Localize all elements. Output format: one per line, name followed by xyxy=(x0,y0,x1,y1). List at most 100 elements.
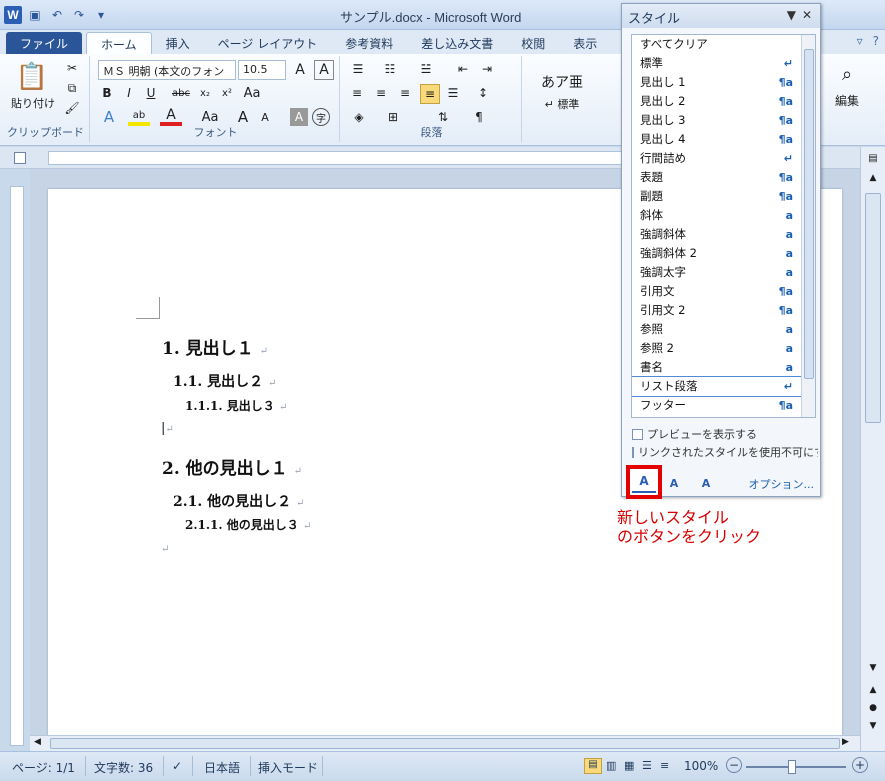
status-language[interactable]: 日本語 xyxy=(204,759,240,776)
style-item[interactable]: 斜体 a xyxy=(632,206,815,225)
underline-icon[interactable]: U xyxy=(142,84,160,102)
doc-heading-1[interactable]: 1. 見出し１ ↵ xyxy=(162,334,268,359)
style-item[interactable]: 強調斜体 a xyxy=(632,225,815,244)
redo-icon[interactable]: ↷ xyxy=(70,6,88,24)
close-icon[interactable]: ✕ xyxy=(802,8,812,22)
style-list-scroll-thumb[interactable] xyxy=(804,49,814,379)
horizontal-scrollbar[interactable]: ◀ ▶ xyxy=(30,735,860,751)
tab-selector[interactable] xyxy=(14,152,26,164)
doc-heading-2-1[interactable]: 2.1. 他の見出し２ ↵ xyxy=(173,491,304,511)
tab-references[interactable]: 参考資料 xyxy=(331,32,407,54)
style-item[interactable]: 参照 2 a xyxy=(632,339,815,358)
ruler-toggle-icon[interactable]: ▤ xyxy=(865,153,881,169)
doc-heading-2-1-1[interactable]: 2.1.1. 他の見出し３ ↵ xyxy=(185,516,311,533)
style-item[interactable]: 見出し 4 ¶a xyxy=(632,130,815,149)
web-layout-view-icon[interactable]: ▦ xyxy=(624,759,634,772)
style-item[interactable]: 表題 ¶a xyxy=(632,168,815,187)
style-item[interactable]: 強調斜体 2 a xyxy=(632,244,815,263)
subscript-icon[interactable]: x₂ xyxy=(196,84,214,102)
browse-object-icon[interactable]: ● xyxy=(865,703,881,717)
next-page-icon[interactable]: ▼ xyxy=(865,721,881,735)
format-painter-icon[interactable]: 🖌 xyxy=(64,100,80,116)
decrease-indent-icon[interactable]: ⇤ xyxy=(454,60,472,78)
options-link[interactable]: オプション... xyxy=(749,476,815,492)
clear-formatting-icon[interactable]: A xyxy=(314,60,334,80)
grow-font-icon[interactable]: A xyxy=(290,60,310,80)
distributed-icon[interactable]: ☰ xyxy=(444,84,462,102)
pane-menu-icon[interactable]: ▼ xyxy=(787,8,796,22)
change-case-icon[interactable]: Aa xyxy=(242,84,262,102)
zoom-level[interactable]: 100% xyxy=(684,759,718,773)
zoom-out-icon[interactable]: − xyxy=(726,757,742,773)
style-item[interactable]: 参照 a xyxy=(632,320,815,339)
paste-button[interactable]: 貼り付け xyxy=(10,96,56,110)
italic-icon[interactable]: I xyxy=(120,84,138,102)
tab-file[interactable]: ファイル xyxy=(6,32,83,54)
doc-empty-paragraph[interactable]: |↵ xyxy=(161,421,174,436)
style-item[interactable]: 見出し 2 ¶a xyxy=(632,92,815,111)
font-size-select[interactable]: 10.5 xyxy=(238,60,286,80)
vertical-scrollbar[interactable]: ▤ ▲ ▼ ▲ ● ▼ xyxy=(860,147,885,751)
draft-view-icon[interactable]: ≡ xyxy=(660,759,669,772)
style-item[interactable]: 引用文 2 ¶a xyxy=(632,301,815,320)
scroll-down-icon[interactable]: ▼ xyxy=(865,663,881,677)
show-preview-checkbox[interactable] xyxy=(632,428,643,440)
bullets-icon[interactable]: ☰ xyxy=(348,60,368,78)
new-style-button[interactable]: A xyxy=(626,465,662,499)
style-item[interactable]: フッター ¶a xyxy=(632,396,815,415)
doc-heading-2[interactable]: 2. 他の見出し１ ↵ xyxy=(162,454,302,479)
tab-page-layout[interactable]: ページ レイアウト xyxy=(204,32,332,54)
print-layout-view-icon[interactable]: ▤ xyxy=(584,758,602,774)
show-preview-option[interactable]: プレビューを表示する xyxy=(632,426,757,442)
numbering-icon[interactable]: ☷ xyxy=(380,60,400,78)
style-item[interactable]: 行間詰め ↵ xyxy=(632,149,815,168)
paste-icon[interactable]: 📋 xyxy=(10,60,54,94)
outline-view-icon[interactable]: ☰ xyxy=(642,759,652,772)
copy-icon[interactable]: ⧉ xyxy=(64,80,80,96)
help-icon[interactable]: ? xyxy=(873,34,879,48)
tab-view[interactable]: 表示 xyxy=(559,32,611,54)
style-item[interactable]: すべてクリア xyxy=(632,35,815,54)
status-insert-mode[interactable]: 挿入モード xyxy=(258,759,318,776)
style-gallery-normal[interactable]: ↵ 標準 xyxy=(532,96,592,112)
style-item[interactable]: 引用文 ¶a xyxy=(632,282,815,301)
style-item[interactable]: 副題 ¶a xyxy=(632,187,815,206)
scroll-right-icon[interactable]: ▶ xyxy=(842,737,856,749)
proofing-icon[interactable]: ✓ xyxy=(172,759,182,773)
style-item[interactable]: 標準 ↵ xyxy=(632,54,815,73)
style-item[interactable]: リスト段落 ↵ xyxy=(632,376,815,397)
find-icon[interactable]: ⌕ xyxy=(832,60,862,88)
style-inspector-button[interactable]: A xyxy=(662,472,686,494)
minimize-ribbon-icon[interactable]: ▿ xyxy=(857,34,863,48)
tab-mailings[interactable]: 差し込み文書 xyxy=(407,32,507,54)
save-icon[interactable]: ▣ xyxy=(26,6,44,24)
tab-home[interactable]: ホーム xyxy=(86,32,152,54)
doc-last-paragraph[interactable]: ↵ xyxy=(161,541,169,555)
align-center-icon[interactable]: ≡ xyxy=(372,84,390,102)
tab-review[interactable]: 校閲 xyxy=(507,32,559,54)
zoom-slider-thumb[interactable] xyxy=(788,760,796,774)
increase-indent-icon[interactable]: ⇥ xyxy=(478,60,496,78)
cut-icon[interactable]: ✂ xyxy=(64,60,80,76)
style-item[interactable]: 書名 a xyxy=(632,358,815,377)
horizontal-scroll-thumb[interactable] xyxy=(50,738,840,749)
style-item[interactable]: 見出し 3 ¶a xyxy=(632,111,815,130)
font-name-select[interactable]: ＭＳ 明朝 (本文のフォン xyxy=(98,60,236,80)
style-gallery-preview[interactable]: あア亜 xyxy=(532,72,592,92)
status-page[interactable]: ページ: 1/1 xyxy=(12,759,75,776)
style-list[interactable]: すべてクリア 標準 ↵ 見出し 1 ¶a 見出し 2 ¶a 見出し 3 ¶a 見出し 4 ¶a 行間詰… xyxy=(631,34,816,418)
style-item[interactable]: 見出し 1 ¶a xyxy=(632,73,815,92)
status-word-count[interactable]: 文字数: 36 xyxy=(94,759,153,776)
multilevel-list-icon[interactable]: ☱ xyxy=(414,60,438,78)
style-list-scrollbar[interactable] xyxy=(801,35,815,417)
line-spacing-icon[interactable]: ↕ xyxy=(472,84,494,102)
zoom-slider[interactable] xyxy=(746,766,846,768)
disable-linked-checkbox[interactable] xyxy=(632,446,634,458)
tab-insert[interactable]: 挿入 xyxy=(152,32,204,54)
vertical-ruler[interactable] xyxy=(10,186,24,746)
style-item[interactable]: 強調太字 a xyxy=(632,263,815,282)
doc-heading-1-1-1[interactable]: 1.1.1. 見出し３ ↵ xyxy=(185,397,287,414)
bold-icon[interactable]: B xyxy=(98,84,116,102)
align-left-icon[interactable]: ≡ xyxy=(348,84,366,102)
doc-heading-1-1[interactable]: 1.1. 見出し２ ↵ xyxy=(173,371,276,391)
